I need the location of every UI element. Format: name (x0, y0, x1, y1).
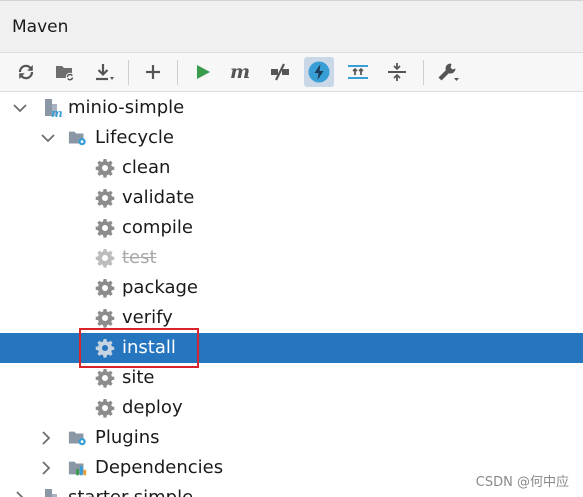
goal-label: package (122, 277, 198, 298)
chevron-right-icon[interactable] (38, 460, 54, 476)
lifecycle-goal-package[interactable]: package (0, 273, 583, 303)
maven-goal-icon: m (230, 62, 250, 82)
svg-text:m: m (230, 62, 250, 82)
tool-window-title: Maven (12, 17, 69, 37)
reload-button[interactable] (11, 57, 41, 87)
run-build-button[interactable] (188, 57, 218, 87)
tool-window-header: Maven (0, 0, 583, 52)
lifecycle-goal-compile[interactable]: compile (0, 213, 583, 243)
tree-node-project[interactable]: m minio-simple (0, 93, 583, 123)
toggle-offline-button[interactable] (265, 57, 295, 87)
reload-icon (18, 64, 34, 80)
toolbar-separator (128, 60, 129, 85)
maven-module-icon: m (45, 99, 62, 118)
goal-label: verify (122, 307, 173, 328)
generate-sources-icon (56, 66, 75, 82)
watermark: CSDN @何中应 (475, 475, 569, 490)
run-icon (197, 65, 210, 79)
maven-settings-button[interactable] (433, 57, 463, 87)
chevron-down-icon[interactable] (12, 100, 28, 116)
toolbar-separator (423, 60, 424, 85)
annotation-highlight-box (79, 328, 199, 368)
collapse-all-button[interactable] (382, 57, 412, 87)
add-maven-project-button[interactable] (138, 57, 168, 87)
show-dependencies-icon (348, 65, 368, 79)
svg-text:m: m (51, 107, 62, 118)
tree-node-label: Plugins (95, 427, 160, 448)
lifecycle-goal-validate[interactable]: validate (0, 183, 583, 213)
execute-goal-button[interactable]: m (226, 57, 256, 87)
skip-tests-icon (308, 61, 330, 83)
chevron-down-icon[interactable] (40, 130, 56, 146)
gear-icon (95, 309, 115, 328)
collapse-all-icon (388, 63, 406, 81)
chevron-right-icon[interactable] (12, 490, 28, 497)
gear-icon (95, 279, 115, 298)
toggle-offline-icon (271, 63, 289, 81)
tree-node-lifecycle[interactable]: Lifecycle (0, 123, 583, 153)
gear-icon (95, 399, 115, 418)
maven-module-icon (45, 489, 57, 497)
settings-wrench-icon (438, 63, 459, 81)
download-sources-button[interactable] (89, 57, 119, 87)
goal-label: clean (122, 157, 171, 178)
lifecycle-goal-test[interactable]: test (0, 243, 583, 273)
maven-projects-tree: m minio-simple Lifecycle clean validate … (0, 92, 583, 497)
tree-node-label: Dependencies (95, 457, 224, 478)
plugins-folder-icon (68, 431, 86, 446)
goal-label: deploy (122, 397, 183, 418)
tree-node-label: starter-simple (68, 487, 193, 497)
goal-label: validate (122, 187, 195, 208)
show-dependencies-button[interactable] (343, 57, 373, 87)
toolbar-separator (177, 60, 178, 85)
lifecycle-folder-icon (68, 131, 86, 146)
chevron-right-icon[interactable] (38, 430, 54, 446)
maven-tool-window: Maven m m minio-simple Lifecycle clean v… (0, 0, 583, 497)
goal-label: test (122, 247, 157, 268)
gear-icon (95, 219, 115, 238)
gear-icon (95, 249, 115, 268)
lifecycle-goal-clean[interactable]: clean (0, 153, 583, 183)
tree-node-label: Lifecycle (95, 127, 174, 148)
skip-tests-toggle[interactable] (304, 57, 334, 87)
download-icon (96, 64, 114, 81)
generate-sources-button[interactable] (50, 57, 80, 87)
gear-icon (95, 189, 115, 208)
lifecycle-goal-deploy[interactable]: deploy (0, 393, 583, 423)
add-icon (146, 65, 160, 79)
goal-label: compile (122, 217, 193, 238)
tree-node-plugins[interactable]: Plugins (0, 423, 583, 453)
gear-icon (95, 369, 115, 388)
dependencies-folder-icon (68, 461, 87, 476)
tree-node-label: minio-simple (68, 97, 185, 118)
gear-icon (95, 159, 115, 178)
goal-label: site (122, 367, 155, 388)
maven-toolbar: m (0, 52, 583, 92)
